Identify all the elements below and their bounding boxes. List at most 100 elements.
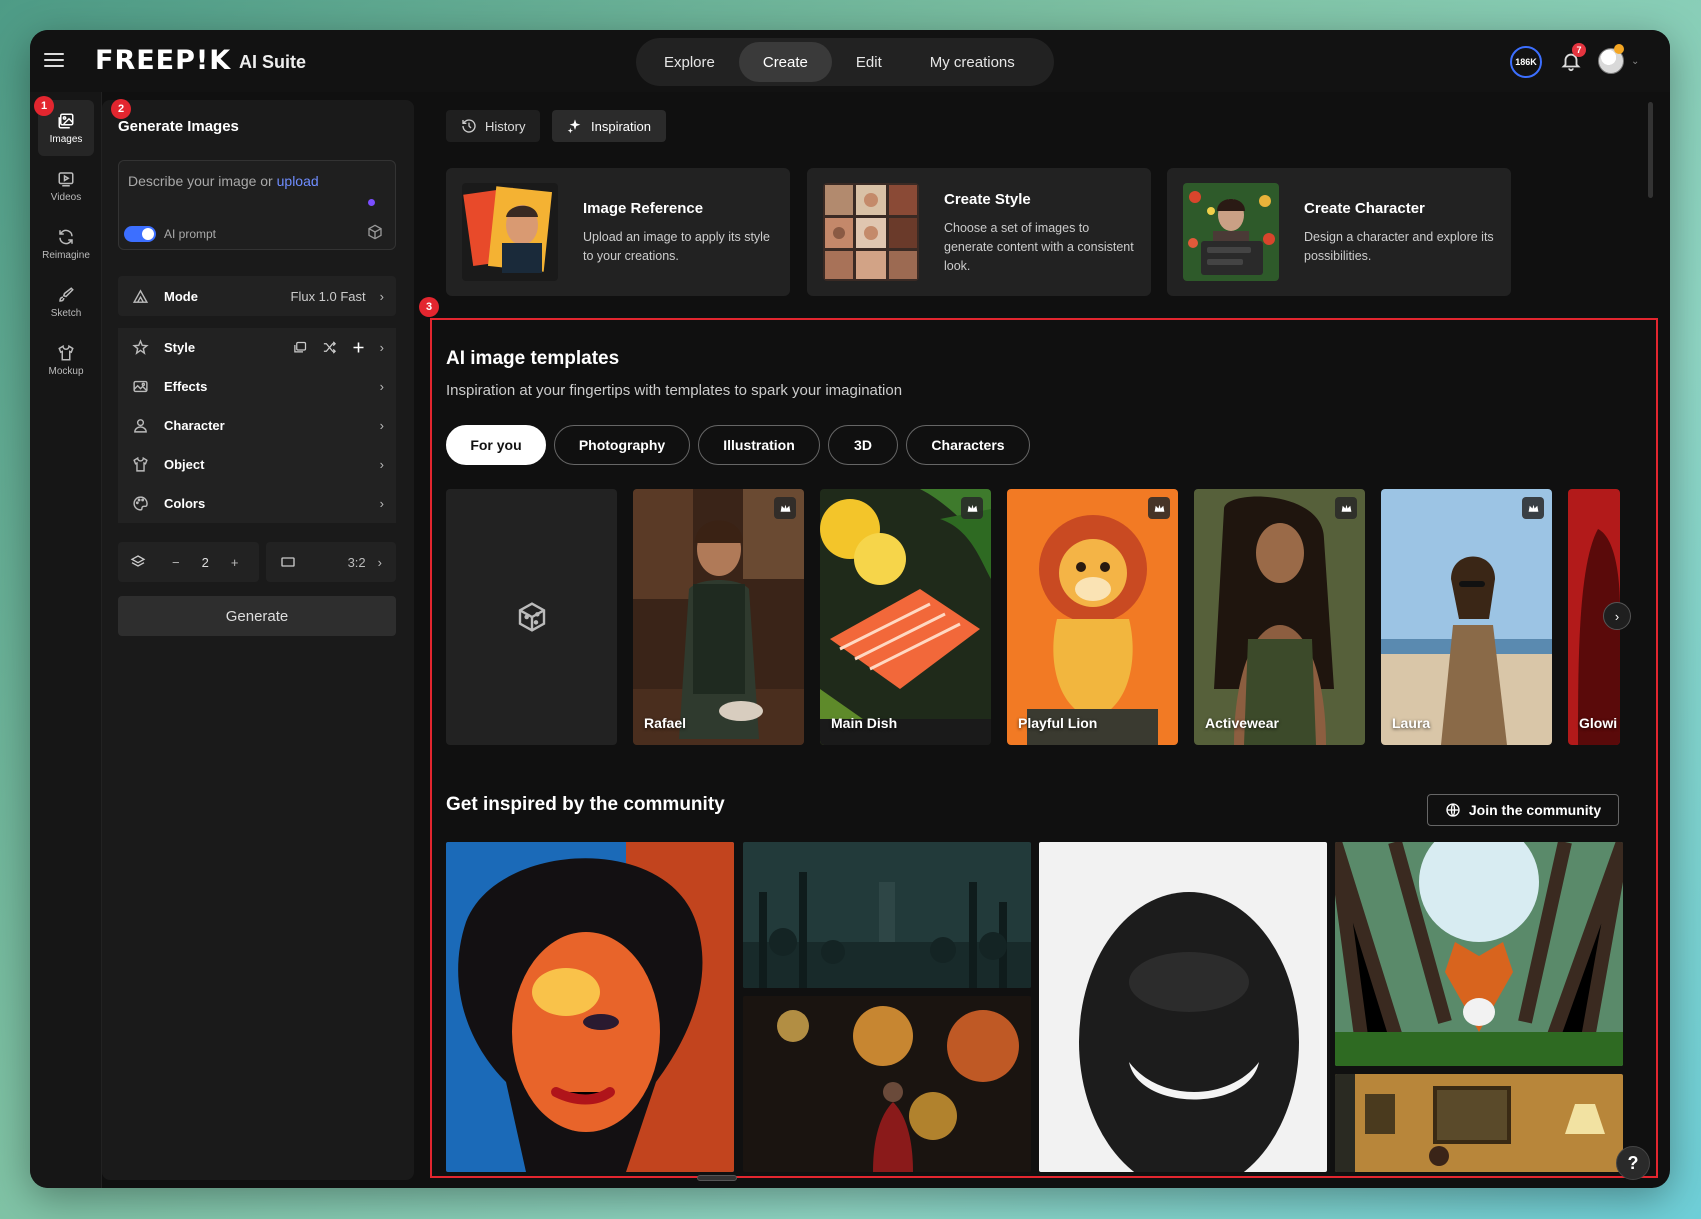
templates-subtitle: Inspiration at your fingertips with temp… bbox=[446, 382, 903, 399]
card-description: Upload an image to apply its style to yo… bbox=[583, 230, 770, 263]
gallery-icon[interactable] bbox=[293, 340, 308, 355]
filter-3d[interactable]: 3D bbox=[828, 425, 898, 465]
panel-title: Generate Images bbox=[118, 118, 239, 135]
nav-edit[interactable]: Edit bbox=[832, 42, 906, 82]
join-community-button[interactable]: Join the community bbox=[1427, 794, 1619, 826]
style-row[interactable]: Style › bbox=[118, 328, 396, 368]
credits-badge[interactable]: 186K bbox=[1510, 46, 1542, 78]
colors-row[interactable]: Colors › bbox=[118, 484, 396, 524]
prompt-input[interactable]: Describe your image or upload AI prompt bbox=[118, 160, 396, 250]
rail-label: Mockup bbox=[48, 365, 84, 377]
drag-handle[interactable] bbox=[697, 1175, 737, 1181]
rail-label: Reimagine bbox=[42, 249, 90, 261]
quantity-stepper: − 2 + bbox=[118, 542, 259, 582]
filter-characters[interactable]: Characters bbox=[906, 425, 1030, 465]
template-label: Glowi bbox=[1579, 715, 1618, 731]
shirt-icon bbox=[58, 344, 74, 360]
generate-panel: Generate Images Describe your image or u… bbox=[102, 100, 414, 1180]
template-tile[interactable]: Playful Lion bbox=[1007, 489, 1178, 745]
character-row[interactable]: Character › bbox=[118, 406, 396, 446]
card-description: Design a character and explore its possi… bbox=[1304, 230, 1494, 263]
community-image[interactable] bbox=[743, 842, 1031, 988]
marker-1: 1 bbox=[34, 96, 54, 116]
nav-explore[interactable]: Explore bbox=[640, 42, 739, 82]
card-image-reference[interactable]: Image Reference Upload an image to apply… bbox=[446, 168, 790, 296]
upload-link[interactable]: upload bbox=[277, 173, 319, 189]
template-tile[interactable]: Rafael bbox=[633, 489, 804, 745]
card-create-character[interactable]: Create Character Design a character and … bbox=[1167, 168, 1511, 296]
cube-icon[interactable] bbox=[367, 224, 383, 240]
rail-mockup[interactable]: Mockup bbox=[38, 332, 94, 388]
increment-button[interactable]: + bbox=[231, 555, 239, 570]
card-title: Create Character bbox=[1304, 200, 1425, 217]
filter-illustration[interactable]: Illustration bbox=[698, 425, 820, 465]
community-image[interactable] bbox=[1335, 842, 1623, 1066]
sparkle-icon bbox=[567, 119, 581, 134]
rail-label: Images bbox=[49, 133, 83, 145]
plus-icon[interactable] bbox=[351, 340, 366, 355]
style-icon bbox=[130, 338, 150, 358]
tab-history[interactable]: History bbox=[446, 110, 541, 142]
effects-row[interactable]: Effects › bbox=[118, 367, 396, 407]
laura-image bbox=[1381, 489, 1552, 745]
help-button[interactable]: ? bbox=[1616, 1146, 1650, 1180]
card-description: Choose a set of images to generate conte… bbox=[944, 221, 1134, 273]
crown-icon bbox=[1148, 497, 1170, 519]
playful-lion-image bbox=[1007, 489, 1178, 745]
nav-create[interactable]: Create bbox=[738, 42, 832, 82]
app-window: FREEP!K AI Suite Explore Create Edit My … bbox=[30, 30, 1670, 1188]
main-dish-image bbox=[820, 489, 991, 745]
rail-videos[interactable]: Videos bbox=[38, 158, 94, 214]
tool-rail: Images Videos Reimagine Sketch Mockup bbox=[30, 92, 102, 1188]
marker-3: 3 bbox=[419, 297, 439, 317]
object-row[interactable]: Object › bbox=[118, 445, 396, 485]
tab-inspiration[interactable]: Inspiration bbox=[552, 110, 666, 142]
palette-icon bbox=[130, 494, 150, 514]
chevron-right-icon: › bbox=[379, 340, 384, 355]
aspect-ratio-icon bbox=[281, 557, 295, 567]
filter-for-you[interactable]: For you bbox=[446, 425, 546, 465]
community-image[interactable] bbox=[743, 996, 1031, 1172]
colors-label: Colors bbox=[164, 496, 206, 511]
community-image[interactable] bbox=[446, 842, 734, 1172]
scrollbar[interactable] bbox=[1648, 102, 1653, 198]
create-character-thumbnail bbox=[1183, 183, 1279, 281]
mode-row[interactable]: Mode Flux 1.0 Fast › bbox=[118, 276, 396, 316]
filter-photography[interactable]: Photography bbox=[554, 425, 690, 465]
menu-icon[interactable] bbox=[44, 49, 68, 73]
freepik-logo[interactable]: FREEP!K bbox=[95, 45, 231, 76]
crown-icon bbox=[774, 497, 796, 519]
card-create-style[interactable]: Create Style Choose a set of images to g… bbox=[807, 168, 1151, 296]
decrement-button[interactable]: − bbox=[172, 555, 180, 570]
rail-label: Videos bbox=[50, 191, 82, 203]
template-tile[interactable]: Laura bbox=[1381, 489, 1552, 745]
quantity-value: 2 bbox=[201, 554, 209, 570]
template-random[interactable] bbox=[446, 489, 617, 745]
community-title: Get inspired by the community bbox=[446, 794, 725, 815]
effects-label: Effects bbox=[164, 379, 208, 394]
rail-sketch[interactable]: Sketch bbox=[38, 274, 94, 330]
rafael-image bbox=[633, 489, 804, 745]
nav-my-creations[interactable]: My creations bbox=[906, 42, 1039, 82]
activewear-image bbox=[1194, 489, 1365, 745]
chevron-down-icon[interactable]: ⌄ bbox=[1631, 56, 1639, 67]
templates-title: AI image templates bbox=[446, 348, 620, 369]
template-label: Playful Lion bbox=[1018, 715, 1098, 731]
aspect-ratio-select[interactable]: 3:2 › bbox=[266, 542, 396, 582]
mode-icon bbox=[130, 286, 150, 306]
rail-reimagine[interactable]: Reimagine bbox=[38, 216, 94, 272]
community-image[interactable] bbox=[1039, 842, 1327, 1172]
ai-prompt-toggle[interactable] bbox=[124, 226, 156, 242]
mode-value: Flux 1.0 Fast bbox=[290, 288, 366, 304]
template-tile[interactable]: Main Dish bbox=[820, 489, 991, 745]
community-image[interactable] bbox=[1335, 1074, 1623, 1172]
top-bar: FREEP!K AI Suite Explore Create Edit My … bbox=[30, 30, 1670, 92]
template-label: Laura bbox=[1392, 715, 1431, 731]
chevron-right-icon: › bbox=[377, 554, 382, 570]
template-tile[interactable]: Activewear bbox=[1194, 489, 1365, 745]
template-label: Activewear bbox=[1205, 715, 1279, 731]
generate-button[interactable]: Generate bbox=[118, 596, 396, 636]
carousel-next-button[interactable]: › bbox=[1603, 602, 1631, 630]
shuffle-icon[interactable] bbox=[322, 340, 337, 355]
mode-label: Mode bbox=[164, 288, 198, 304]
